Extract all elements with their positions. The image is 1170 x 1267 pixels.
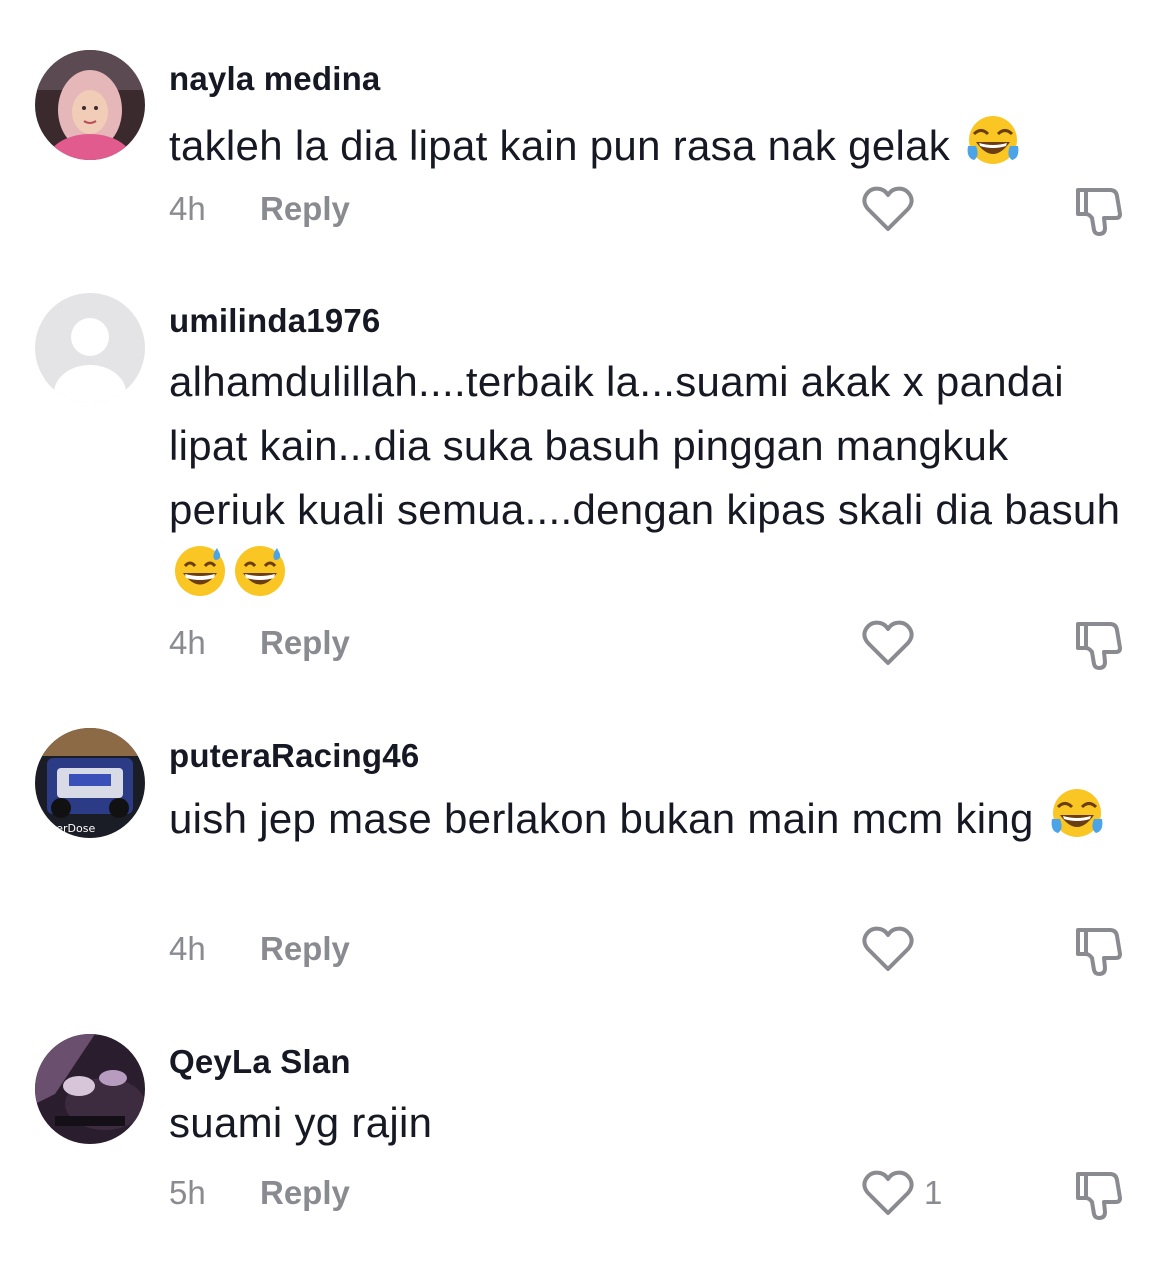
comment-text: uish jep mase berlakon bukan main mcm ki… bbox=[169, 795, 1034, 842]
reply-button[interactable]: Reply bbox=[260, 190, 350, 228]
face-with-tears-of-joy-icon bbox=[964, 112, 1022, 170]
thumbs-down-icon[interactable] bbox=[1072, 924, 1126, 978]
comment-body: suami yg rajin bbox=[169, 1091, 1129, 1155]
like-count: 1 bbox=[924, 1174, 943, 1211]
heart-icon[interactable] bbox=[861, 618, 915, 668]
thumbs-down-icon[interactable] bbox=[1072, 184, 1126, 238]
comment-actions: 4h Reply bbox=[169, 924, 1129, 976]
comment-text: suami yg rajin bbox=[169, 1099, 433, 1146]
comment-actions: 4h Reply bbox=[169, 184, 1129, 236]
thumbs-down-icon[interactable] bbox=[1072, 618, 1126, 672]
heart-icon[interactable] bbox=[861, 184, 915, 234]
heart-icon[interactable] bbox=[861, 924, 915, 974]
comment-username[interactable]: QeyLa Slan bbox=[169, 1043, 351, 1081]
grinning-face-with-sweat-icon bbox=[231, 542, 289, 600]
reply-button[interactable]: Reply bbox=[260, 1174, 350, 1212]
avatar[interactable] bbox=[35, 293, 145, 403]
avatar[interactable] bbox=[35, 50, 145, 160]
comment-time: 4h bbox=[169, 624, 206, 661]
comment-actions: 5h Reply 1 bbox=[169, 1168, 1129, 1220]
reply-button[interactable]: Reply bbox=[260, 624, 350, 662]
comment-actions: 4h Reply bbox=[169, 618, 1129, 670]
avatar[interactable] bbox=[35, 1034, 145, 1144]
comment-body: alhamdulillah....terbaik la...suami akak… bbox=[169, 350, 1129, 608]
heart-icon[interactable] bbox=[861, 1168, 915, 1218]
reply-button[interactable]: Reply bbox=[260, 930, 350, 968]
comment-time: 4h bbox=[169, 930, 206, 967]
svg-text:overDose: overDose bbox=[43, 822, 95, 835]
comment-username[interactable]: puteraRacing46 bbox=[169, 737, 419, 775]
comment-username[interactable]: umilinda1976 bbox=[169, 302, 381, 340]
comment-body: uish jep mase berlakon bukan main mcm ki… bbox=[169, 785, 1129, 851]
comment-time: 5h bbox=[169, 1174, 206, 1211]
face-with-tears-of-joy-icon bbox=[1048, 785, 1106, 843]
comment-text: alhamdulillah....terbaik la...suami akak… bbox=[169, 358, 1121, 533]
avatar[interactable]: overDose bbox=[35, 728, 145, 838]
comment-text: takleh la dia lipat kain pun rasa nak ge… bbox=[169, 122, 951, 169]
comment-time: 4h bbox=[169, 190, 206, 227]
grinning-face-with-sweat-icon bbox=[171, 542, 229, 600]
comment-body: takleh la dia lipat kain pun rasa nak ge… bbox=[169, 112, 1129, 178]
comment-username[interactable]: nayla medina bbox=[169, 60, 381, 98]
thumbs-down-icon[interactable] bbox=[1072, 1168, 1126, 1222]
